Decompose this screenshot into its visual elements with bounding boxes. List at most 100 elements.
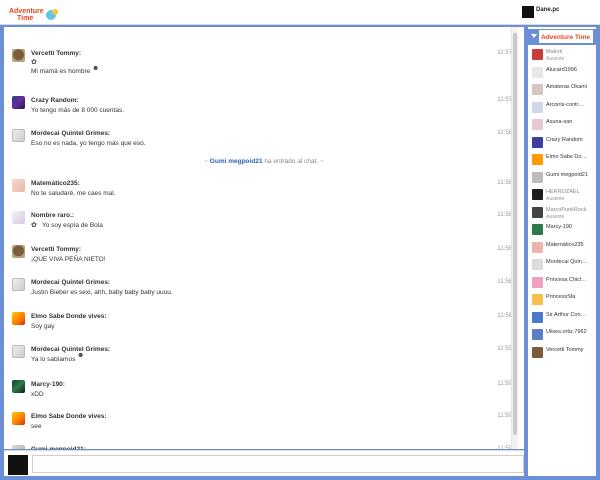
message-avatar[interactable] — [12, 96, 25, 109]
user-list-item[interactable]: Vercetti Tommy — [532, 346, 594, 363]
message-time: 11:58 — [497, 180, 512, 186]
message-time: 11:59 — [497, 413, 512, 419]
message-time: 11:58 — [497, 212, 512, 218]
chat-message: Vercetti Tommy: 11:57 Mi mamá es hombre ✿ ☻ — [12, 49, 512, 79]
user-avatar — [532, 49, 543, 60]
user-list-item[interactable]: Crazy Random — [532, 136, 594, 153]
user-list-item[interactable]: Arcoiris-contr… — [532, 101, 594, 118]
user-avatar — [532, 66, 543, 78]
chat-message: Nombre raro.: 11:58 Yo soy espía de Bola ✿ — [12, 211, 512, 241]
message-time: 11:59 — [497, 381, 512, 387]
message-text: xDD — [31, 391, 44, 398]
message-avatar[interactable] — [12, 312, 25, 325]
user-list-item[interactable]: Alucard1996 — [532, 66, 594, 83]
message-text: Mi mamá es hombre — [31, 68, 91, 75]
user-list-item[interactable]: Asuna-san — [532, 118, 594, 135]
join-notice-user[interactable]: Gumi megpoid21 — [210, 158, 263, 165]
message-avatar[interactable] — [12, 278, 25, 291]
message-text: Soy gay — [31, 323, 55, 330]
message-avatar[interactable] — [12, 211, 25, 224]
user-name: Amateras Okami — [546, 84, 587, 90]
user-list-item[interactable]: MarcoPunkRock Ausente — [532, 206, 594, 223]
input-avatar — [8, 455, 28, 475]
message-text: ¡QUE VIVA PEÑA NIETO! — [31, 256, 106, 263]
message-text: see — [31, 423, 42, 430]
message-author[interactable]: Crazy Random: — [31, 97, 79, 104]
message-avatar[interactable] — [12, 179, 25, 192]
chat-message: Elmo Sabe Donde vives: 11:59 see — [12, 412, 512, 442]
user-name: Mordecai Quin… — [546, 259, 588, 265]
user-name: HERROZAEL — [546, 189, 580, 195]
user-avatar — [532, 154, 543, 165]
emoticon-icon: ☻ — [92, 65, 100, 72]
user-list-item[interactable]: Gumi megpoid21 — [532, 171, 594, 188]
message-avatar[interactable] — [12, 245, 25, 258]
user-list-item[interactable]: Mordecai Quin… — [532, 258, 594, 275]
user-list-item[interactable]: Sir Arthur Con… — [532, 311, 594, 328]
message-author[interactable]: Mordecai Quintel Grimes: — [31, 279, 110, 286]
chat-scrollbar-thumb[interactable] — [513, 33, 517, 435]
user-name: Gumi megpoid21 — [546, 171, 588, 178]
message-avatar[interactable] — [12, 345, 25, 358]
join-notice-suffix: ha entrado al chat. ~ — [262, 158, 324, 165]
message-avatar[interactable] — [12, 380, 25, 393]
message-author[interactable]: Matemático235: — [31, 180, 80, 187]
user-avatar — [532, 311, 543, 323]
message-avatar[interactable] — [12, 445, 25, 449]
user-name: Arcoiris-contr… — [546, 101, 584, 108]
message-text: Ya lo sabíamos — [31, 356, 76, 363]
user-avatar — [532, 224, 543, 235]
message-author[interactable]: Vercetti Tommy: — [31, 50, 81, 57]
message-text: Eso no es nada, yo tengo más que eso. — [31, 140, 146, 147]
message-time: 11:59 — [497, 446, 512, 449]
user-name: Marcy-190 — [546, 224, 572, 230]
chat-message: Crazy Random: 11:57 Yo tengo más de 8 000 … — [12, 96, 512, 126]
input-bar — [4, 450, 524, 476]
message-time: 11:58 — [497, 130, 512, 136]
message-avatar[interactable] — [12, 129, 25, 142]
user-avatar — [532, 119, 543, 130]
message-author[interactable]: Elmo Sabe Donde vives: — [31, 313, 107, 320]
user-avatar — [532, 206, 543, 218]
room-logo: Adventure Time — [539, 30, 593, 43]
message-author[interactable]: Vercetti Tommy: — [31, 246, 81, 253]
chat-message: Marcy-190: 11:59 xDD — [12, 380, 512, 410]
user-list-item[interactable]: Princesa Chicl… — [532, 276, 594, 293]
message-author[interactable]: Gumi megpoid21: — [31, 446, 86, 449]
message-author[interactable]: Nombre raro.: — [31, 212, 74, 219]
wiki-logo[interactable]: Adventure Time — [7, 5, 62, 22]
message-avatar[interactable] — [12, 49, 25, 62]
message-author[interactable]: Mordecai Quintel Grimes: — [31, 346, 110, 353]
user-status: Ausente — [546, 56, 565, 62]
current-user-box[interactable]: Dane.pc — [522, 6, 592, 22]
message-author[interactable]: Marcy-190: — [31, 381, 65, 388]
user-avatar — [532, 294, 543, 305]
user-name: PrincessSfa — [546, 294, 576, 300]
user-list-item[interactable]: Amateras Okami — [532, 83, 594, 100]
user-list-item[interactable]: Elmo Sabe Do… — [532, 153, 594, 170]
collapse-arrow-icon[interactable] — [531, 34, 537, 38]
message-time: 11:59 — [497, 346, 512, 352]
user-list-item[interactable]: Matemático235 — [532, 241, 594, 258]
emoticon-icon: ✿ — [31, 59, 37, 66]
user-avatar — [532, 276, 543, 288]
user-list-item[interactable]: Marcy-190 — [532, 223, 594, 240]
chat-message-input[interactable] — [32, 455, 524, 473]
user-list-item[interactable]: HERROZAEL Ausente — [532, 188, 594, 205]
user-name: Princesa Chicl… — [546, 276, 587, 283]
user-name: Alucard1996 — [546, 66, 577, 73]
user-list-sidebar: Adventure Time Makoti Ausente Alucard1996 A… — [528, 27, 596, 476]
user-list-item[interactable]: Makoti Ausente — [532, 48, 594, 65]
user-list-item[interactable]: PrincessSfa — [532, 293, 594, 310]
user-avatar — [532, 171, 543, 183]
message-author[interactable]: Elmo Sabe Donde vives: — [31, 413, 107, 420]
user-avatar — [532, 329, 543, 340]
chat-scrollbar[interactable] — [511, 27, 518, 449]
room-header[interactable]: Adventure Time — [528, 29, 596, 45]
message-time: 11:57 — [497, 97, 512, 103]
message-author[interactable]: Mordecai Quintel Grimes: — [31, 130, 110, 137]
user-name: Elmo Sabe Do… — [546, 154, 587, 160]
user-list-item[interactable]: Ulises.ortiz.7962 — [532, 328, 594, 345]
svg-text:Adventure Time: Adventure Time — [541, 34, 590, 41]
message-avatar[interactable] — [12, 412, 25, 425]
